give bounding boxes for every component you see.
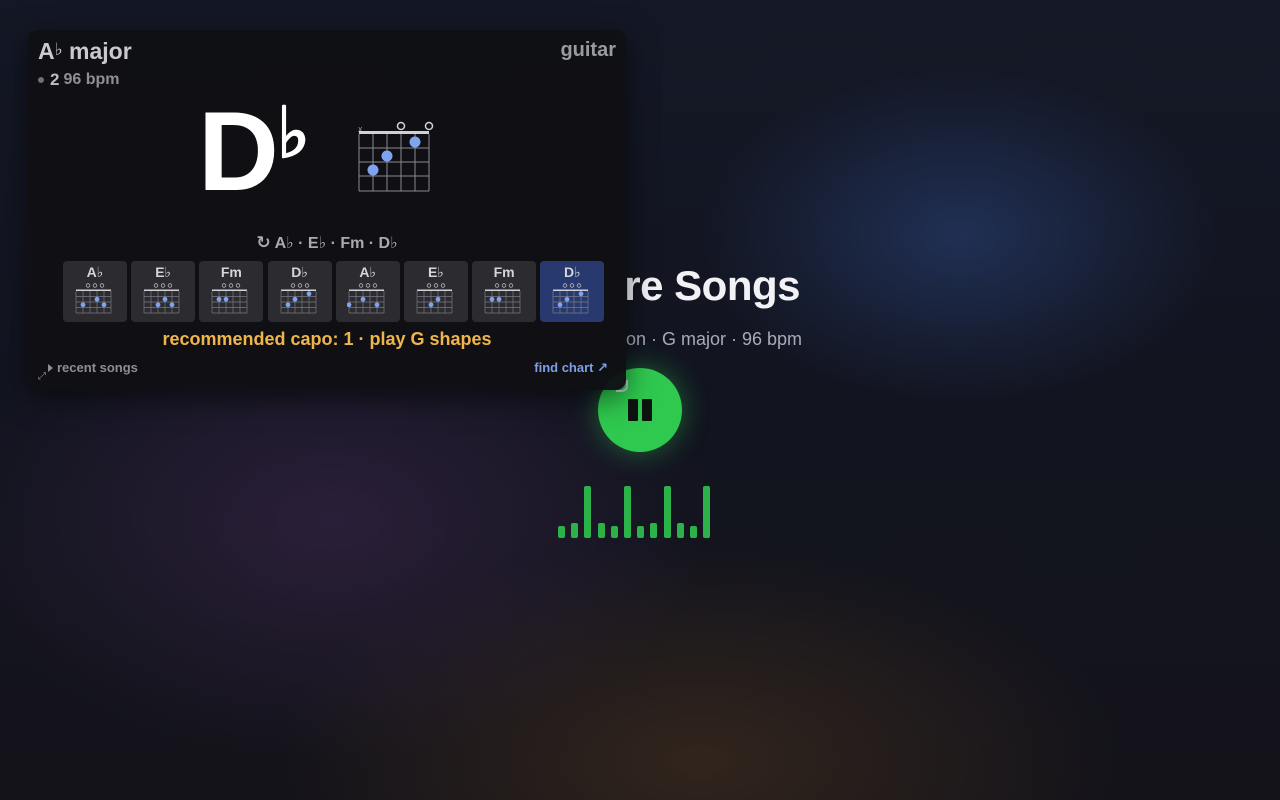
key-title: A♭ major (38, 38, 132, 64)
eq-bar (597, 523, 605, 538)
eq-bar (703, 486, 711, 538)
eq-bar (650, 523, 658, 538)
find-chart-link[interactable]: find chart ↗ (534, 360, 608, 376)
chord-chip-7[interactable]: Fm (472, 261, 537, 322)
chord-chip-label: E♭ (155, 264, 172, 280)
chord-strip: A♭ E♭ Fm D♭ A♭ E♭ Fm D♭ (63, 261, 605, 322)
progression: ↻ A♭ · E♭ · Fm · D♭ (256, 233, 398, 252)
eq-bar (610, 526, 618, 538)
mini-chord-diagram (552, 283, 589, 314)
nut (359, 131, 429, 134)
mini-chord-diagram (280, 283, 316, 314)
chord-chip-label: Fm (220, 264, 242, 280)
pause-icon (628, 399, 652, 421)
mini-chord-diagram (346, 283, 385, 314)
chord-chip-5[interactable]: A♭ (335, 261, 400, 322)
capo-recommendation: recommended capo: 1 · play G shapes (162, 329, 492, 349)
finger-dot (367, 164, 379, 176)
mini-chord-diagram (416, 283, 453, 314)
mini-chord-diagram (484, 283, 521, 314)
chord-chip-label: Fm (493, 264, 515, 280)
chord-panel: A♭ major 2 96 bpm guitar D♭ x ↻ A♭ · E♭ ·… (28, 30, 628, 392)
chord-chip-6[interactable]: E♭ (403, 261, 468, 322)
current-chord: D♭ (198, 89, 310, 214)
eq-bar (584, 486, 592, 538)
chord-chip-4[interactable]: D♭ (267, 261, 332, 322)
eq-bar (676, 523, 684, 538)
beat-count: 2 (50, 70, 60, 89)
eq-bar (637, 526, 645, 538)
chord-chip-1[interactable]: A♭ (63, 261, 127, 322)
chord-chip-label: A♭ (359, 264, 377, 280)
eq-bar (623, 486, 631, 538)
open-string-marker (424, 121, 434, 131)
eq-bar (689, 526, 697, 538)
chord-chip-label: A♭ (86, 264, 104, 280)
equalizer-visualizer (558, 484, 728, 538)
recent-songs-toggle[interactable]: recent songs (48, 360, 138, 375)
bpm-label: 96 bpm (63, 71, 120, 88)
resize-handle[interactable] (616, 380, 628, 392)
open-string-marker (396, 121, 406, 131)
chord-chip-label: D♭ (291, 264, 308, 280)
beat-dot (38, 77, 44, 83)
chord-chip-label: D♭ (563, 264, 581, 280)
eq-bar (663, 486, 671, 538)
expand-icon[interactable]: ⤢ (38, 371, 46, 382)
disclosure-triangle-icon (48, 363, 53, 372)
eq-bar (558, 526, 565, 538)
chord-chip-label: E♭ (427, 264, 444, 280)
mini-chord-diagram (212, 283, 248, 314)
beat-tempo: 2 96 bpm (38, 70, 119, 90)
chord-chip-3[interactable]: Fm (199, 261, 264, 322)
finger-dot (409, 136, 421, 148)
current-chord-diagram: x (358, 121, 434, 192)
eq-bar (571, 523, 579, 538)
instrument-toggle[interactable]: guitar (560, 39, 616, 62)
mini-chord-diagram (143, 283, 180, 314)
chord-chip-8[interactable]: D♭ (540, 261, 605, 322)
chord-chip-2[interactable]: E♭ (131, 261, 196, 322)
mini-chord-diagram (75, 283, 112, 314)
repeat-icon: ↻ (256, 233, 271, 252)
finger-dot (381, 150, 393, 162)
